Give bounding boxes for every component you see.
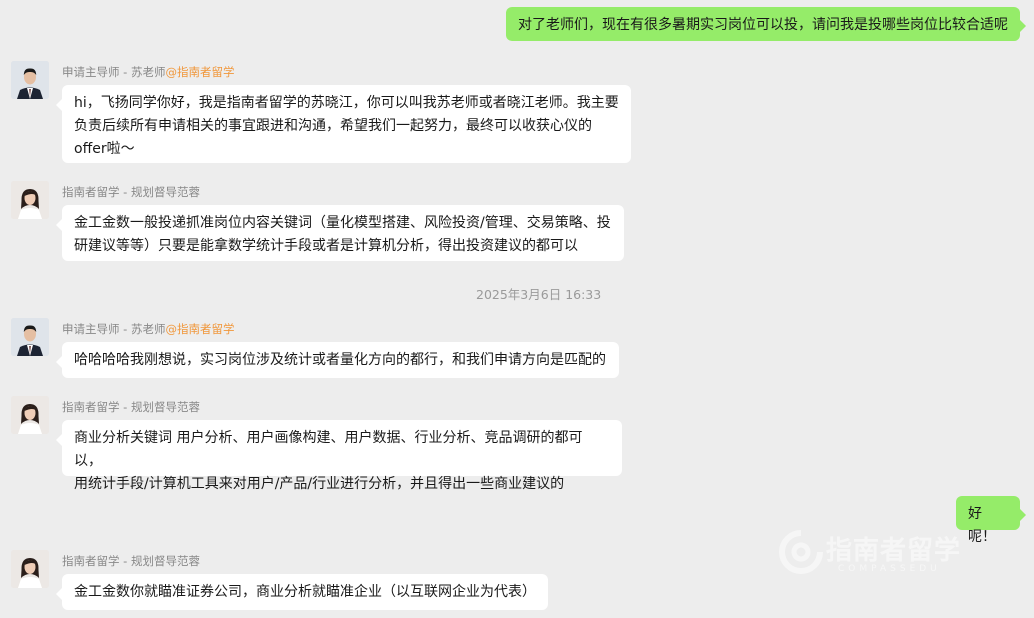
watermark-logo: 指南者留学 COMPASSEDU	[778, 526, 1008, 584]
male-avatar-icon	[11, 61, 49, 99]
sender-name-text: 申请主导师 - 苏老师	[62, 322, 166, 336]
sender-tag: @指南者留学	[165, 322, 235, 336]
avatar-tutor-su[interactable]	[11, 318, 49, 356]
message-bubble[interactable]: 商业分析关键词 用户分析、用户画像构建、用户数据、行业分析、竞品调研的都可以， …	[56, 420, 622, 492]
message-bubble[interactable]: 金工金数你就瞄准证券公司，商业分析就瞄准企业（以互联网企业为代表）	[56, 574, 548, 610]
message-bubble[interactable]: 哈哈哈哈我刚想说，实习岗位涉及统计或者量化方向的都行，和我们申请方向是匹配的	[56, 342, 619, 378]
watermark-title: 指南者留学	[826, 536, 962, 566]
male-avatar-icon	[11, 318, 49, 356]
female-avatar-icon	[11, 550, 49, 588]
avatar-tutor-su[interactable]	[11, 61, 49, 99]
message-bubble[interactable]: 金工金数一般投递抓准岗位内容关键词（量化模型搭建、风险投资/管理、交易策略、投 …	[56, 205, 624, 261]
message-timestamp: 2025年3月6日 16:33	[476, 287, 602, 302]
avatar-supervisor-fan[interactable]	[11, 396, 49, 434]
avatar-supervisor-fan[interactable]	[11, 181, 49, 219]
compass-logo-icon	[779, 529, 824, 574]
sender-name-text: 申请主导师 - 苏老师	[62, 65, 166, 79]
self-message-bubble[interactable]: 好呢！	[956, 496, 1026, 545]
self-message-bubble[interactable]: 对了老师们，现在有很多暑期实习岗位可以投，请问我是投哪些岗位比较合适呢	[506, 7, 1026, 41]
female-avatar-icon	[11, 181, 49, 219]
sender-tag: @指南者留学	[165, 65, 235, 79]
sender-name: 指南者留学 - 规划督导范蓉	[62, 185, 200, 199]
message-bubble[interactable]: hi，飞扬同学你好，我是指南者留学的苏晓江，你可以叫我苏老师或者晓江老师。我主要…	[56, 85, 631, 163]
sender-name: 申请主导师 - 苏老师@指南者留学	[62, 64, 234, 80]
sender-name: 申请主导师 - 苏老师@指南者留学	[62, 321, 234, 337]
female-avatar-icon	[11, 396, 49, 434]
sender-name: 指南者留学 - 规划督导范蓉	[62, 554, 200, 568]
avatar-supervisor-fan[interactable]	[11, 550, 49, 588]
sender-name: 指南者留学 - 规划督导范蓉	[62, 400, 200, 414]
watermark-subtitle: COMPASSEDU	[838, 564, 941, 574]
